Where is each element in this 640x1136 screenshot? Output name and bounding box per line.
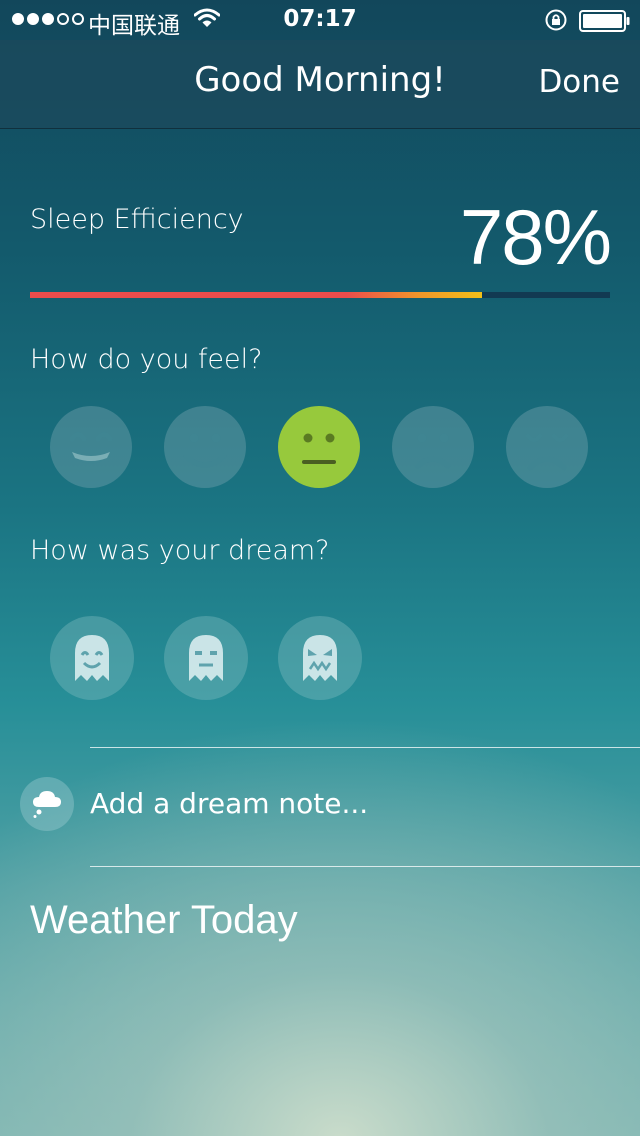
neutral-ghost-icon[interactable] (164, 616, 248, 700)
navigation-bar: Good Morning! Done (0, 40, 640, 129)
battery-icon (579, 10, 631, 38)
weather-today-title: Weather Today (30, 898, 298, 942)
morning-screen: 中国联通 07:17 Good Morning! Done Sleep Effi… (0, 0, 640, 1136)
neutral-face-icon[interactable] (278, 406, 360, 488)
add-dream-note-row[interactable]: Add a dream note... (0, 749, 640, 865)
rotation-lock-icon (544, 8, 568, 38)
dream-options (50, 616, 362, 700)
dream-question-label: How was your dream? (30, 535, 330, 566)
happy-face-icon[interactable] (164, 406, 246, 488)
feel-question-label: How do you feel? (30, 344, 263, 375)
sad-face-icon[interactable] (392, 406, 474, 488)
status-bar: 中国联通 07:17 (0, 0, 640, 40)
feel-options (50, 406, 588, 488)
angry-ghost-icon[interactable] (278, 616, 362, 700)
dream-cloud-icon (20, 777, 74, 831)
sleep-efficiency-bar (30, 292, 610, 298)
divider-top (90, 747, 640, 748)
add-dream-note-input[interactable]: Add a dream note... (90, 787, 368, 820)
very-happy-face-icon[interactable] (50, 406, 132, 488)
divider-bottom (90, 866, 640, 867)
very-sad-face-icon[interactable] (506, 406, 588, 488)
sleep-efficiency-value: 78% (459, 193, 612, 281)
sleep-efficiency-bar-fill (30, 292, 483, 298)
sleep-efficiency-label: Sleep Efficiency (30, 204, 244, 235)
happy-ghost-icon[interactable] (50, 616, 134, 700)
done-button[interactable]: Done (538, 64, 620, 100)
